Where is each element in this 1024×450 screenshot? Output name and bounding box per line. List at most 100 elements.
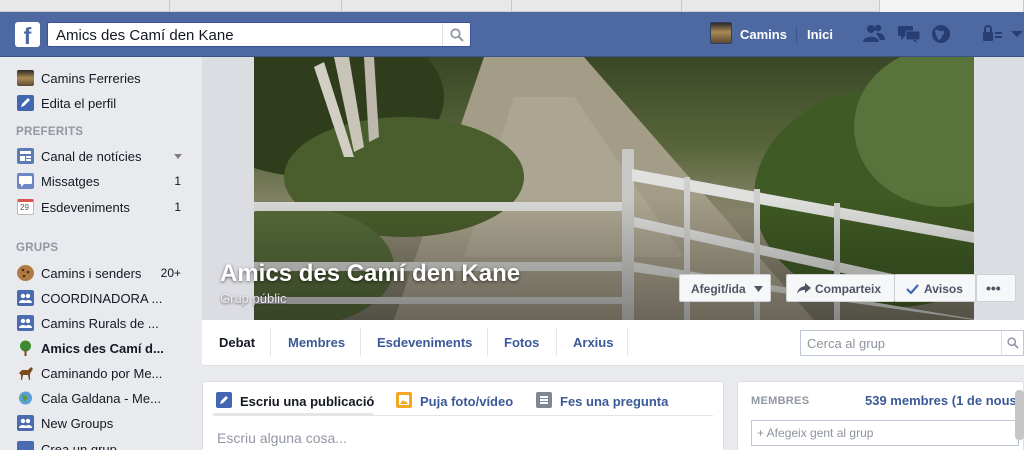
horse-icon [17, 365, 34, 381]
left-sidebar: Camins Ferreries Edita el perfil PREFERI… [0, 57, 202, 450]
search-button[interactable] [442, 23, 470, 46]
browser-tab-active[interactable] [880, 0, 1024, 12]
sidebar-item-label: Camins i senders [41, 266, 142, 281]
tab-divider [487, 328, 488, 356]
share-arrow-icon [797, 283, 811, 294]
check-icon [906, 284, 919, 294]
sidebar-item-label: Esdeveniments [41, 200, 130, 215]
group-search-button[interactable] [1001, 331, 1023, 355]
sidebar-item-label: New Groups [41, 416, 114, 431]
browser-tab[interactable] [342, 0, 512, 12]
sidebar-group-item[interactable]: Camins i senders 20+ [0, 261, 202, 285]
home-link[interactable]: Inici [807, 27, 833, 42]
calendar-icon: 29 [17, 199, 34, 215]
tab-fotos[interactable]: Fotos [504, 335, 539, 350]
sidebar-item-label: Camins Ferreries [41, 71, 141, 86]
notifications-globe-icon[interactable] [930, 23, 954, 45]
pencil-icon [216, 392, 232, 408]
calendar-icon-date: 29 [20, 203, 29, 212]
sidebar-item-count: 20+ [160, 266, 181, 280]
sidebar-item-count: 1 [174, 200, 181, 214]
global-search-input[interactable] [56, 26, 436, 44]
tab-divider [270, 328, 271, 356]
group-main: Amics des Camí den Kane Grup públic Afeg… [202, 57, 1024, 450]
page-scrollbar[interactable] [1015, 390, 1024, 440]
group-search [800, 330, 1024, 356]
chevron-down-icon [754, 286, 763, 292]
composer-tab-label: Escriu una publicació [240, 394, 375, 409]
profile-link[interactable]: Camins [740, 27, 787, 42]
group-icon [17, 290, 34, 306]
pencil-icon [17, 95, 34, 111]
sidebar-item-label: Amics des Camí d... [41, 341, 164, 356]
members-count-link[interactable]: 539 membres (1 de nous) [865, 393, 1021, 408]
messages-icon [17, 173, 34, 189]
group-tab-bar: Debat Membres Esdeveniments Fotos Arxius [202, 320, 1024, 366]
sidebar-item-label: Camins Rurals de ... [41, 316, 159, 331]
sidebar-item-label: Edita el perfil [41, 96, 117, 111]
facebook-logo[interactable]: f [15, 22, 40, 47]
sidebar-item-label: Caminando por Me... [41, 366, 163, 381]
tab-arxius[interactable]: Arxius [573, 335, 613, 350]
sidebar-group-item[interactable]: New Groups [0, 411, 202, 435]
composer-tab-label: Fes una pregunta [560, 394, 669, 409]
sidebar-edit-profile[interactable]: Edita el perfil [0, 91, 202, 115]
chevron-down-icon[interactable] [174, 154, 182, 159]
messages-icon[interactable] [897, 23, 921, 45]
members-new: (1 de nous) [951, 393, 1022, 408]
tab-divider [360, 328, 361, 356]
more-options-icon: ••• [986, 280, 1001, 296]
profile-avatar[interactable] [710, 22, 732, 44]
tab-divider [627, 328, 628, 356]
composer-tab-label: Puja foto/vídeo [420, 394, 514, 409]
browser-tab-strip [0, 0, 1024, 12]
sidebar-group-item[interactable]: Crea un grup... [0, 437, 202, 450]
group-search-input[interactable] [807, 335, 997, 352]
add-members-input[interactable] [757, 425, 1012, 441]
browser-tab[interactable] [170, 0, 342, 12]
cookie-icon [17, 265, 34, 281]
composer-textarea[interactable] [217, 430, 697, 450]
browser-tab[interactable] [512, 0, 682, 12]
joined-button[interactable]: Afegit/ida [679, 274, 771, 302]
sidebar-group-item[interactable]: COORDINADORA ... [0, 286, 202, 310]
groups-heading: GRUPS [16, 242, 59, 254]
tab-membres[interactable]: Membres [288, 335, 345, 350]
browser-tab[interactable] [682, 0, 880, 12]
sidebar-item-label: Missatges [41, 174, 100, 189]
sidebar-item-events[interactable]: 29 Esdeveniments 1 [0, 195, 202, 219]
add-members-field [751, 420, 1019, 446]
nav-divider [796, 26, 797, 44]
browser-tab[interactable] [0, 0, 170, 12]
members-box: MEMBRES 539 membres (1 de nous) [737, 381, 1024, 450]
sidebar-item-news-feed[interactable]: Canal de notícies [0, 144, 202, 168]
news-feed-icon [17, 148, 34, 164]
sidebar-group-item[interactable]: Cala Galdana - Me... [0, 386, 202, 410]
search-icon [450, 28, 464, 42]
group-title[interactable]: Amics des Camí den Kane [220, 260, 520, 288]
account-menu-icon[interactable] [1008, 23, 1024, 45]
question-list-icon [536, 392, 552, 408]
notifications-button[interactable]: Avisos [894, 274, 976, 302]
sidebar-group-item[interactable]: Caminando por Me... [0, 361, 202, 385]
sidebar-profile[interactable]: Camins Ferreries [0, 66, 202, 90]
sidebar-group-item[interactable]: Camins Rurals de ... [0, 311, 202, 335]
sidebar-item-messages[interactable]: Missatges 1 [0, 169, 202, 193]
post-composer: Escriu una publicació Puja foto/vídeo Fe… [202, 381, 724, 450]
sidebar-item-label: Cala Galdana - Me... [41, 391, 161, 406]
group-icon [17, 441, 34, 450]
share-button[interactable]: Comparteix [786, 274, 895, 302]
favorites-heading: PREFERITS [16, 126, 84, 138]
friend-requests-icon[interactable] [862, 23, 886, 45]
photo-icon [396, 392, 412, 408]
global-search [47, 22, 471, 47]
members-count: 539 membres [865, 393, 949, 408]
privacy-lock-icon[interactable] [980, 23, 1004, 45]
tab-esdeveniments[interactable]: Esdeveniments [377, 335, 472, 350]
more-options-button[interactable]: ••• [976, 274, 1016, 302]
share-button-label: Comparteix [815, 282, 882, 296]
sidebar-group-item-active[interactable]: Amics des Camí d... [0, 336, 202, 360]
tab-debat[interactable]: Debat [219, 335, 255, 350]
notifications-button-label: Avisos [924, 282, 963, 296]
joined-button-label: Afegit/ida [691, 282, 746, 296]
